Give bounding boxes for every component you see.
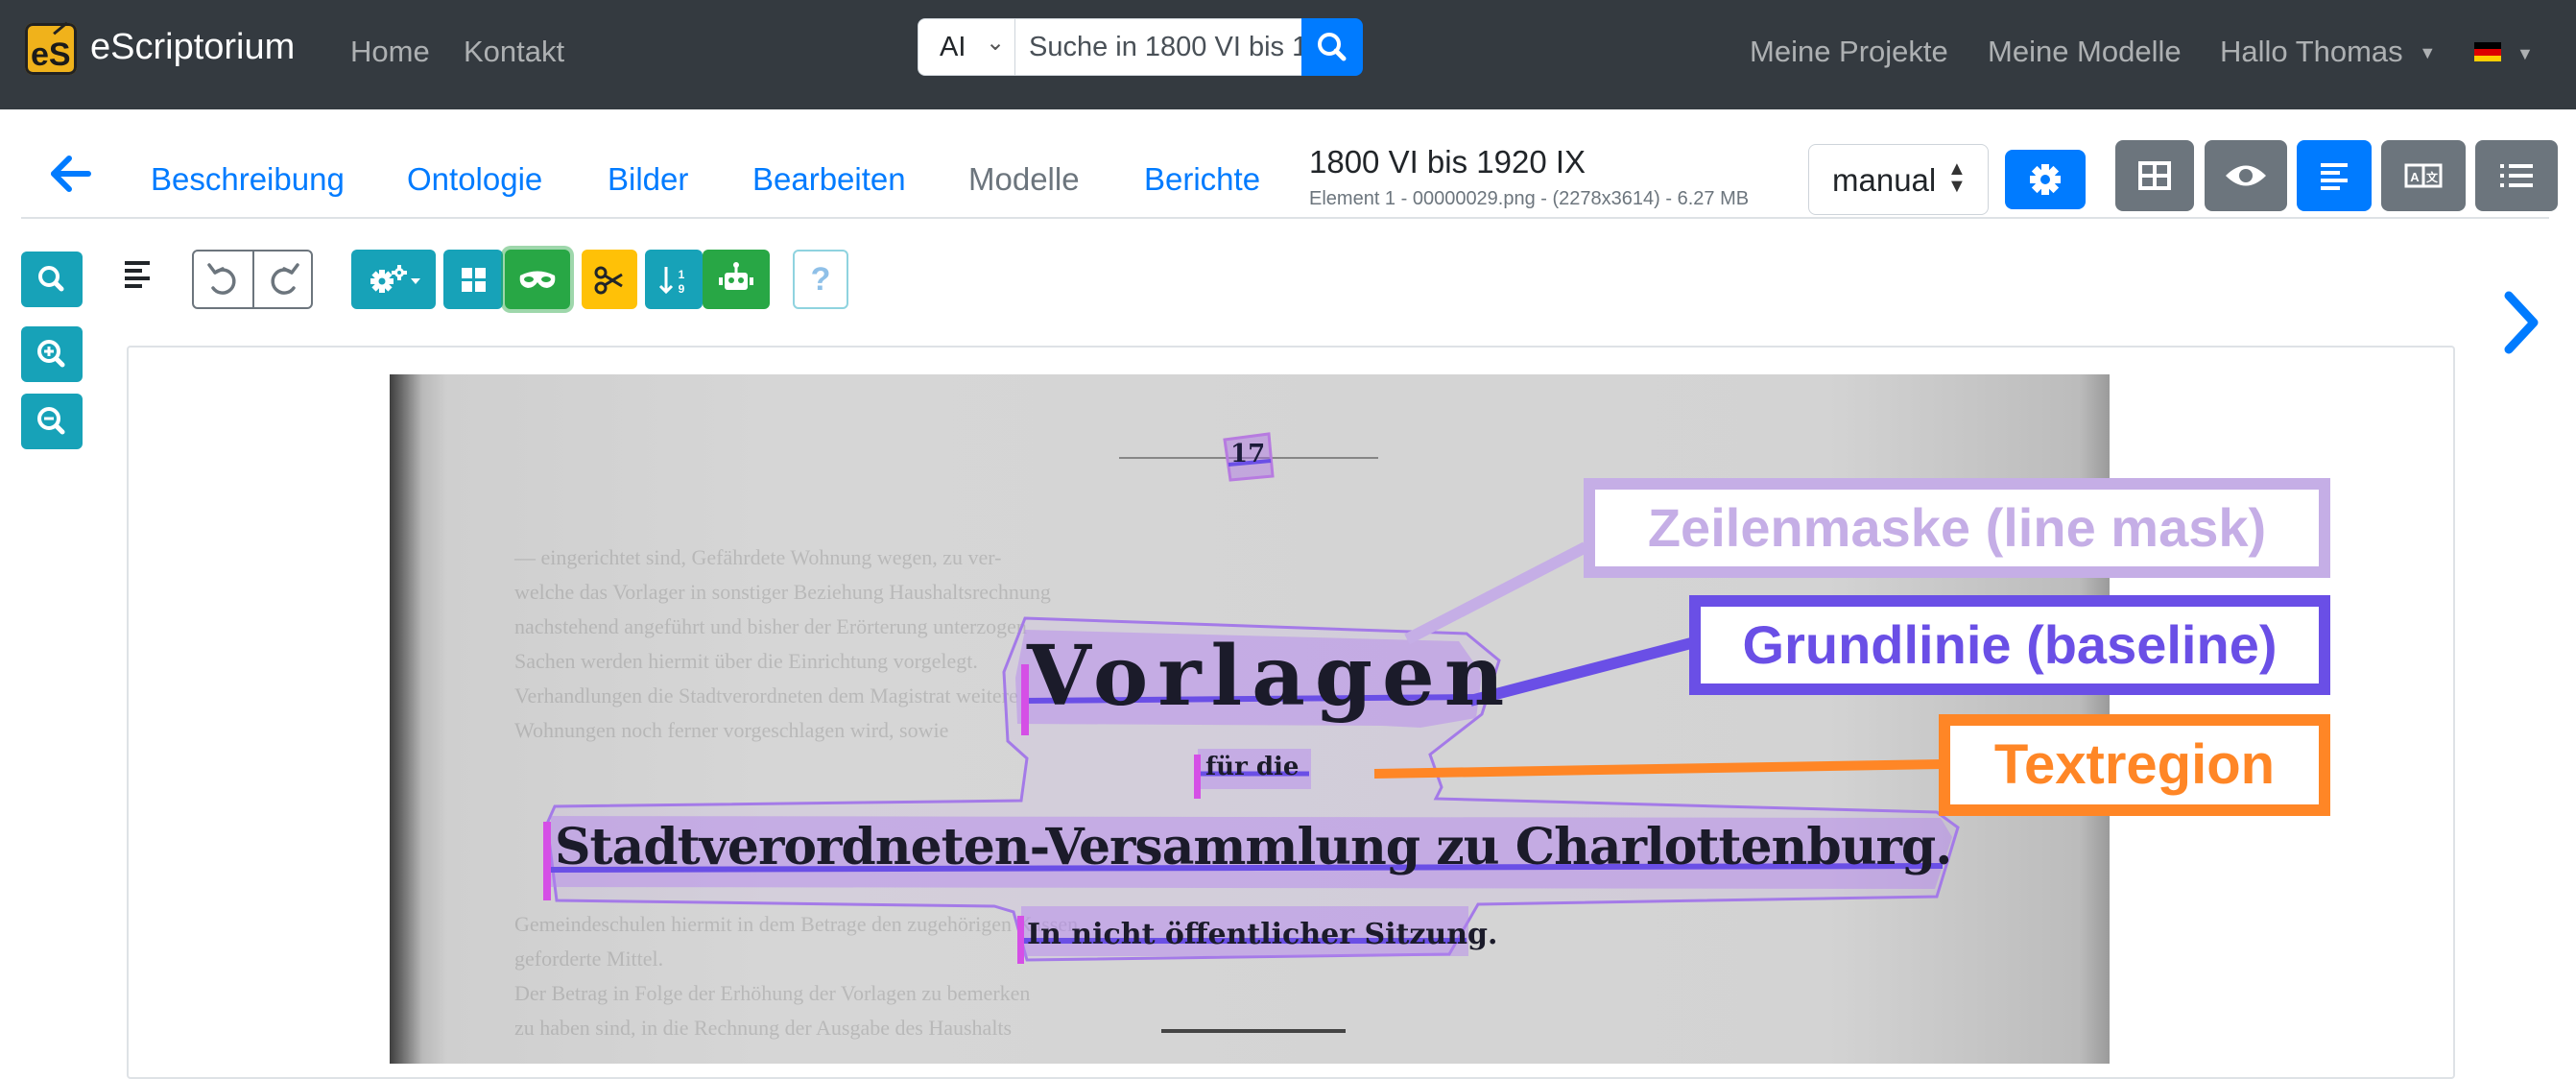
doc-line-fuer-die: für die [1205, 753, 1300, 781]
doc-line-sitzung: In nicht öffentlicher Sitzung. [1027, 918, 1498, 951]
textregion-leader-line [1373, 759, 1944, 779]
line-mask-callout: Zeilenmaske (line mask) [1584, 478, 2330, 578]
page-number-text: 17 [1230, 440, 1266, 468]
mask-leader-line [1404, 541, 1588, 645]
textregion-callout: Textregion [1939, 714, 2330, 816]
doc-line-stadtverordneten: Stadtverordneten-Versammlung zu Charlott… [555, 818, 1952, 876]
doc-line-vorlagen: Vorlagen [1027, 628, 1515, 725]
baseline-callout: Grundlinie (baseline) [1689, 595, 2330, 695]
